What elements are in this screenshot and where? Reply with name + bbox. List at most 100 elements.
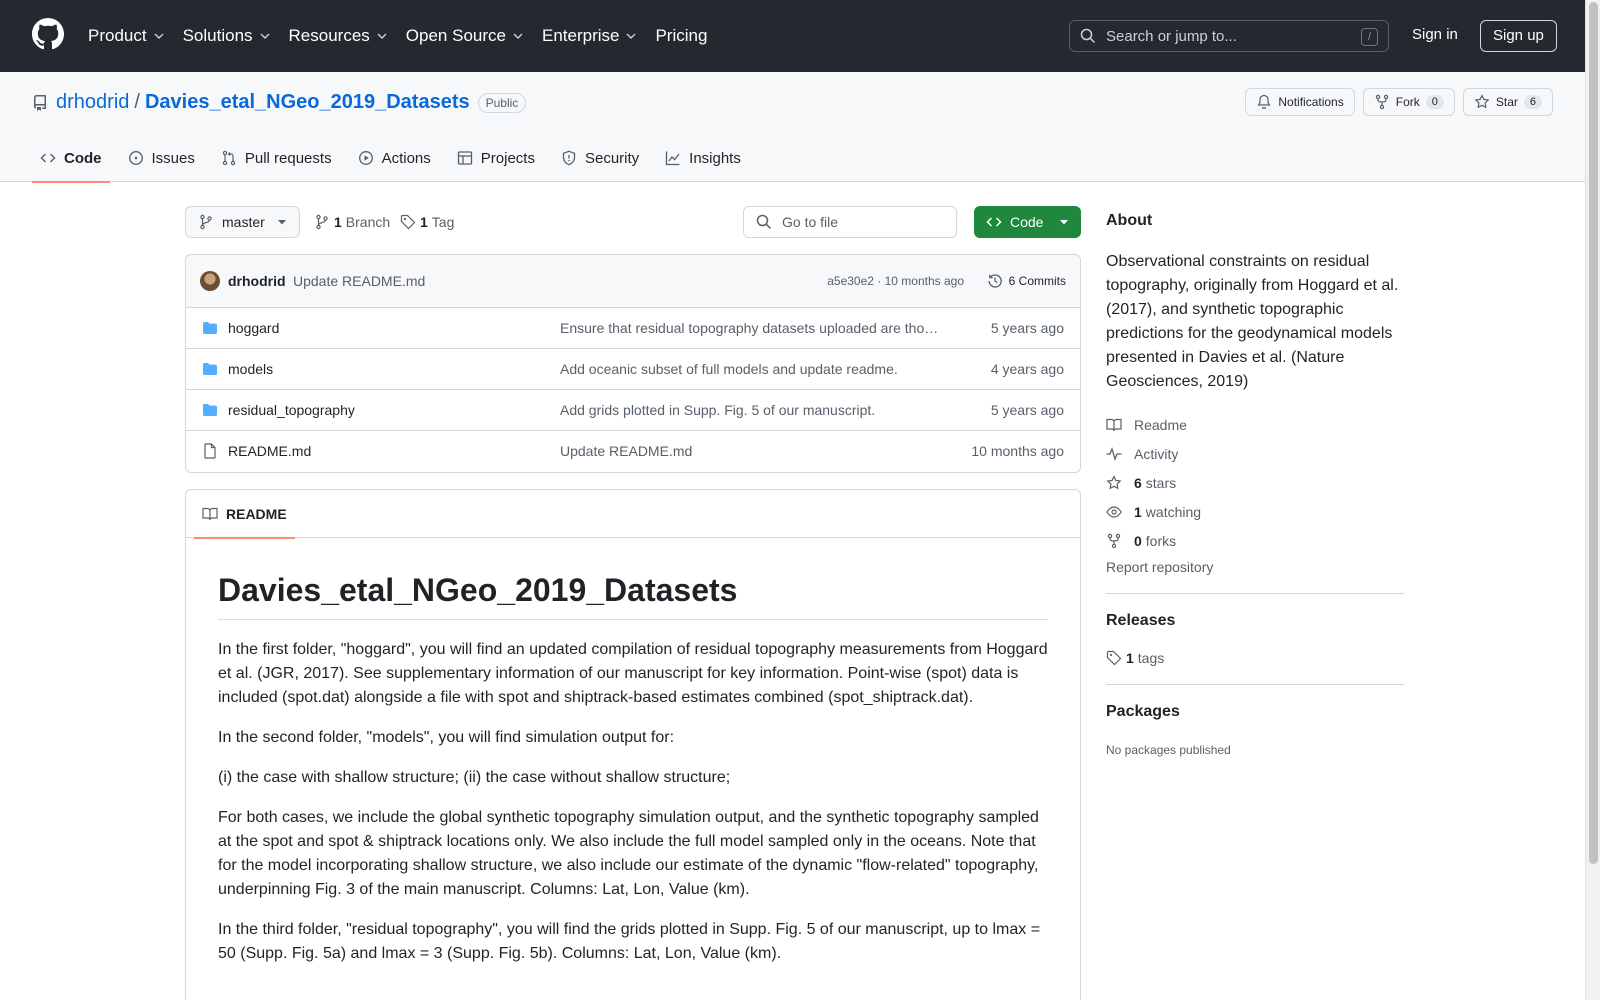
tag-label: Tag bbox=[431, 214, 455, 230]
visibility-badge: Public bbox=[477, 92, 527, 113]
chevron-down-icon bbox=[376, 30, 388, 42]
repo-icon bbox=[32, 94, 48, 111]
tab-pull-requests[interactable]: Pull requests bbox=[213, 134, 340, 182]
search-shortcut-key: / bbox=[1361, 28, 1378, 46]
search-input[interactable]: Search or jump to... / bbox=[1069, 20, 1389, 52]
shield-icon bbox=[561, 150, 577, 166]
latest-commit: drhodrid Update README.md a5e30e2 · 10 m… bbox=[186, 255, 1080, 308]
tag-icon bbox=[400, 214, 416, 230]
chevron-down-icon bbox=[259, 30, 271, 42]
file-name[interactable]: hoggard bbox=[228, 320, 279, 336]
folder-icon bbox=[202, 320, 218, 336]
global-header: Product Solutions Resources Open Source … bbox=[0, 0, 1585, 72]
readme-tab[interactable]: README bbox=[194, 490, 295, 539]
file-toolbar: master 1 Branch 1 Tag Go to file Code bbox=[185, 206, 1081, 238]
file-age: 4 years ago bbox=[990, 361, 1064, 377]
readme-paragraph: In the second folder, "models", you will… bbox=[218, 729, 675, 746]
no-packages-text: No packages published bbox=[1106, 743, 1231, 757]
watching-link[interactable]: 1 watching bbox=[1106, 497, 1404, 526]
readme-paragraph: (i) the case with shallow structure; (ii… bbox=[218, 769, 731, 786]
code-icon bbox=[986, 214, 1002, 230]
fork-button[interactable]: Fork 0 bbox=[1362, 88, 1455, 116]
github-logo-icon[interactable] bbox=[32, 18, 64, 50]
page-scrollbar[interactable] bbox=[1585, 0, 1600, 1000]
tags-link[interactable]: 1 Tag bbox=[400, 214, 454, 230]
tab-actions[interactable]: Actions bbox=[350, 134, 439, 182]
branch-count: 1 bbox=[334, 214, 342, 230]
pulse-icon bbox=[1106, 446, 1122, 462]
notifications-button[interactable]: Notifications bbox=[1245, 88, 1355, 116]
chevron-down-icon bbox=[153, 30, 165, 42]
star-icon bbox=[1106, 474, 1122, 491]
tags-link[interactable]: 1 tags bbox=[1106, 650, 1404, 666]
file-commit-message[interactable]: Add oceanic subset of full models and up… bbox=[560, 361, 945, 377]
sign-in-link[interactable]: Sign in bbox=[1412, 26, 1458, 43]
nav-product[interactable]: Product bbox=[88, 26, 165, 46]
tab-insights[interactable]: Insights bbox=[657, 134, 749, 182]
nav-pricing[interactable]: Pricing bbox=[655, 26, 707, 46]
repo-name-link[interactable]: Davies_etal_NGeo_2019_Datasets bbox=[145, 91, 470, 114]
repo-owner-link[interactable]: drhodrid bbox=[56, 91, 129, 114]
commit-hash-time[interactable]: a5e30e2 · 10 months ago bbox=[827, 274, 964, 288]
file-row[interactable]: models Add oceanic subset of full models… bbox=[186, 349, 1080, 390]
report-repository-link[interactable]: Report repository bbox=[1106, 559, 1404, 575]
readme-paragraph: In the third folder, "residual topograph… bbox=[218, 921, 1041, 962]
commit-author[interactable]: drhodrid bbox=[228, 273, 286, 289]
fork-count: 0 bbox=[1425, 95, 1444, 109]
branch-selector[interactable]: master bbox=[185, 206, 300, 238]
table-icon bbox=[457, 150, 473, 166]
file-name[interactable]: models bbox=[228, 361, 273, 377]
tab-issues[interactable]: Issues bbox=[120, 134, 203, 182]
repo-tabs: Code Issues Pull requests Actions Projec… bbox=[32, 134, 759, 183]
chevron-down-icon bbox=[512, 30, 524, 42]
star-button[interactable]: Star 6 bbox=[1462, 88, 1553, 116]
go-to-file-input[interactable]: Go to file bbox=[743, 206, 957, 238]
file-commit-message[interactable]: Add grids plotted in Supp. Fig. 5 of our… bbox=[560, 402, 945, 418]
caret-down-icon bbox=[1059, 217, 1069, 227]
commits-link[interactable]: 6 Commits bbox=[987, 273, 1066, 289]
search-placeholder: Search or jump to... bbox=[1106, 27, 1237, 45]
code-button[interactable]: Code bbox=[974, 206, 1081, 238]
file-commit-message[interactable]: Update README.md bbox=[560, 443, 945, 459]
folder-icon bbox=[202, 361, 218, 377]
stars-link[interactable]: 6 stars bbox=[1106, 468, 1404, 497]
releases-heading[interactable]: Releases bbox=[1106, 612, 1404, 630]
file-row[interactable]: residual_topography Add grids plotted in… bbox=[186, 390, 1080, 431]
about-sidebar: About Observational constraints on resid… bbox=[1106, 212, 1404, 757]
activity-link[interactable]: Activity bbox=[1106, 439, 1404, 468]
nav-solutions[interactable]: Solutions bbox=[183, 26, 271, 46]
fork-icon bbox=[1106, 533, 1122, 549]
file-icon bbox=[202, 443, 218, 459]
readme-title: Davies_etal_NGeo_2019_Datasets bbox=[218, 572, 1048, 620]
folder-icon bbox=[202, 402, 218, 418]
tab-security[interactable]: Security bbox=[553, 134, 647, 182]
tab-projects[interactable]: Projects bbox=[449, 134, 543, 182]
book-icon bbox=[202, 506, 218, 522]
tab-code[interactable]: Code bbox=[32, 134, 110, 183]
history-icon bbox=[987, 273, 1003, 289]
commit-message[interactable]: Update README.md bbox=[293, 273, 425, 289]
nav-enterprise[interactable]: Enterprise bbox=[542, 26, 637, 46]
nav-resources[interactable]: Resources bbox=[289, 26, 388, 46]
avatar[interactable] bbox=[200, 271, 220, 291]
tag-icon bbox=[1106, 650, 1122, 666]
scrollbar-thumb[interactable] bbox=[1589, 2, 1598, 864]
file-name[interactable]: README.md bbox=[228, 443, 311, 459]
issue-icon bbox=[128, 150, 144, 166]
sign-up-button[interactable]: Sign up bbox=[1480, 20, 1557, 52]
packages-heading[interactable]: Packages bbox=[1106, 703, 1404, 721]
go-to-file-placeholder: Go to file bbox=[782, 214, 839, 230]
about-heading: About bbox=[1106, 212, 1153, 229]
play-icon bbox=[358, 150, 374, 166]
divider bbox=[1106, 684, 1404, 685]
file-commit-message[interactable]: Ensure that residual topography datasets… bbox=[560, 320, 945, 336]
file-name[interactable]: residual_topography bbox=[228, 402, 355, 418]
repo-actions: Notifications Fork 0 Star 6 bbox=[1237, 88, 1553, 116]
file-row[interactable]: hoggard Ensure that residual topography … bbox=[186, 308, 1080, 349]
file-age: 5 years ago bbox=[990, 402, 1064, 418]
nav-open-source[interactable]: Open Source bbox=[406, 26, 524, 46]
branches-link[interactable]: 1 Branch bbox=[314, 214, 390, 230]
forks-link[interactable]: 0 forks bbox=[1106, 526, 1404, 555]
readme-link[interactable]: Readme bbox=[1106, 410, 1404, 439]
file-row[interactable]: README.md Update README.md 10 months ago bbox=[186, 431, 1080, 472]
